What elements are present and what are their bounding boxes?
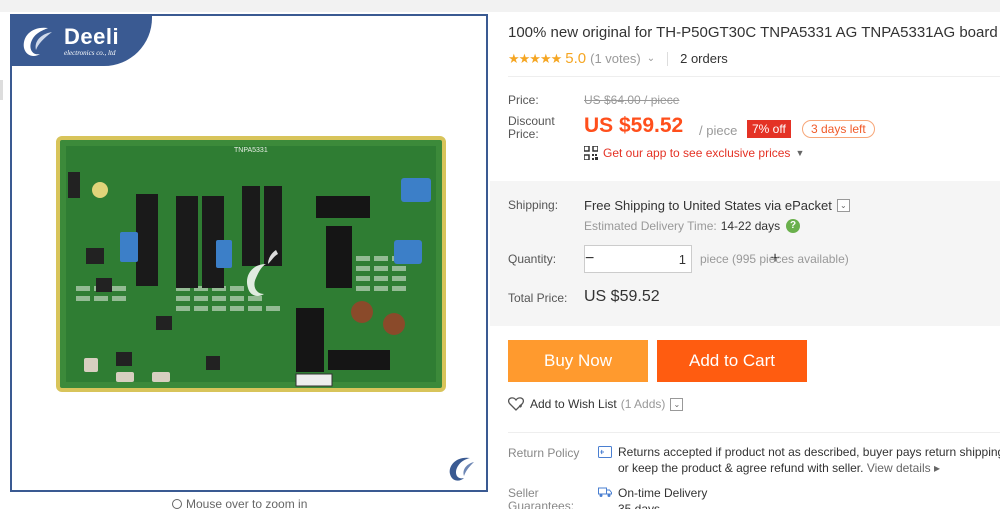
zoom-hint-text: Mouse over to zoom in (186, 497, 308, 509)
chevron-down-icon[interactable]: ⌄ (647, 53, 655, 64)
discount-badge: 7% off (747, 120, 791, 138)
total-price: US $59.52 (584, 288, 660, 305)
discount-price-label: Discount Price: (508, 115, 555, 141)
view-details-link[interactable]: View details ▸ (867, 461, 940, 475)
brand-logo-icon (23, 27, 52, 56)
heart-icon (508, 397, 524, 411)
price-label: Price: (508, 93, 539, 107)
orders-count: 2 orders (680, 51, 728, 66)
decrease-button[interactable]: − (585, 250, 594, 268)
delivery-days: 35 days (618, 502, 661, 509)
buy-now-button[interactable]: Buy Now (508, 340, 648, 382)
product-image-frame[interactable]: Deeli electronics co., ltd TNPA5331 (10, 14, 488, 492)
brand-tagline: electronics co., ltd (64, 49, 116, 57)
days-left-badge: 3 days left (802, 120, 875, 138)
shipping-method[interactable]: Free Shipping to United States via ePack… (584, 198, 850, 213)
caret-down-icon[interactable]: ▼ (795, 148, 804, 158)
total-price-label: Total Price: (508, 291, 568, 305)
board-label: TNPA5331 (234, 147, 268, 154)
app-promo-link[interactable]: Get our app to see exclusive prices ▼ (584, 146, 804, 160)
dropdown-arrow-icon[interactable]: ⌄ (836, 199, 850, 212)
return-policy-icon (598, 446, 612, 458)
return-policy-label: Return Policy (508, 446, 580, 460)
divider (667, 51, 669, 66)
discount-price: US $59.52 (584, 114, 684, 137)
seller-guarantees-label: Seller Guarantees: (508, 487, 574, 509)
divider (508, 76, 1000, 77)
watermark-logo-icon (449, 457, 474, 481)
shipping-label: Shipping: (508, 198, 559, 212)
brand-logo: Deeli electronics co., ltd (12, 16, 152, 66)
left-edge-tab[interactable] (0, 80, 3, 100)
qr-code-icon (584, 146, 598, 160)
price-unit: / piece (699, 123, 738, 138)
divider (508, 432, 1000, 433)
top-strip (0, 0, 1000, 12)
help-icon[interactable]: ? (786, 219, 801, 233)
return-policy-text: Returns accepted if product not as descr… (618, 444, 1000, 476)
discount-label-line2: Price: (508, 127, 539, 141)
product-page: Deeli electronics co., ltd TNPA5331 Mous… (0, 0, 1000, 509)
app-promo-text[interactable]: Get our app to see exclusive prices (603, 146, 790, 160)
magnifier-icon (172, 499, 182, 509)
votes-link[interactable]: (1 votes) (590, 51, 641, 66)
original-price: US $64.00 / piece (584, 93, 680, 107)
quantity-label: Quantity: (508, 252, 557, 266)
availability-text: piece (995 pieces available) (700, 252, 849, 266)
estimate-label: Estimated Delivery Time: (584, 219, 717, 233)
estimate-value: 14-22 days (720, 219, 781, 233)
circuit-board-image: TNPA5331 (56, 136, 446, 392)
product-title: 100% new original for TH-P50GT30C TNPA53… (508, 24, 998, 41)
guarantee-text: On-time Delivery 35 days (618, 485, 707, 509)
add-to-cart-button[interactable]: Add to Cart (657, 340, 807, 382)
return-policy-line1: Returns accepted if product not as descr… (618, 445, 1000, 459)
zoom-hint: Mouse over to zoom in (172, 497, 307, 509)
delivery-truck-icon (598, 487, 612, 497)
wishlist-count: (1 Adds) (620, 397, 666, 411)
return-policy-line2: or keep the product & agree refund with … (618, 461, 864, 475)
shipping-text[interactable]: Free Shipping to United States via ePack… (584, 198, 832, 213)
rating-row: ★★★★★ 5.0 (1 votes) ⌄ 2 orders (508, 50, 728, 67)
on-time-delivery: On-time Delivery (618, 486, 708, 500)
guarantee-label-line2: Guarantees: (508, 499, 575, 509)
add-to-wishlist-link[interactable]: Add to Wish List (1 Adds) ⌄ (508, 397, 684, 411)
wishlist-label[interactable]: Add to Wish List (530, 397, 617, 411)
delivery-estimate: Estimated Delivery Time: 14-22 days ? (584, 219, 801, 233)
star-rating-icon: ★★★★★ (508, 50, 562, 66)
brand-name: Deeli (64, 24, 120, 49)
rating-value: 5.0 (565, 50, 587, 67)
dropdown-arrow-icon[interactable]: ⌄ (670, 397, 684, 411)
quantity-stepper: − + (584, 245, 780, 273)
